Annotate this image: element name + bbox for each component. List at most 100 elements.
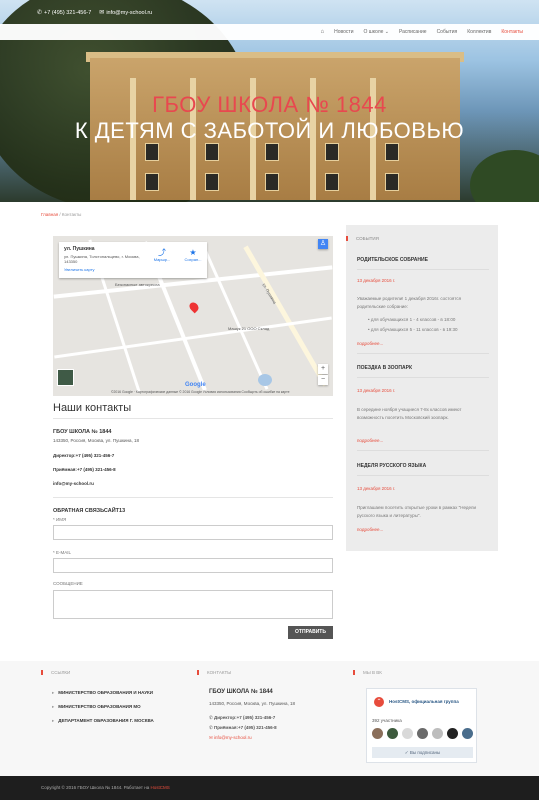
map-pin-icon[interactable] (187, 300, 201, 314)
footer-link[interactable]: МИНИСТЕРСТВО ОБРАЗОВАНИЯ И НАУКИ (52, 690, 153, 696)
event-bullet-text: для обучающихся 5 - 11 классов - в 19:30 (370, 327, 458, 332)
nav-item-about-label: О школе (363, 29, 384, 35)
divider (357, 269, 489, 270)
avatar[interactable] (417, 728, 428, 739)
hero-tree (470, 150, 539, 202)
event-more-link[interactable]: подробнее... (357, 527, 383, 532)
phone-text: +7 (495) 321-456-7 (44, 9, 92, 16)
event-text: Уважаемые родители! 1 декабря 2016г. сос… (357, 296, 462, 309)
divider (357, 377, 489, 378)
event-more-link[interactable]: подробнее... (357, 438, 383, 443)
avatar[interactable] (402, 728, 413, 739)
event-text: Приглашаем посетить открытые уроки в рам… (357, 505, 476, 518)
contact-email[interactable]: info@my-school.ru (53, 481, 94, 486)
nav-item-staff[interactable]: Коллектив (467, 29, 491, 35)
footer-address: 143350, Россия, Москва, ул. Пушкина, 18 (209, 701, 295, 706)
event-more-link[interactable]: подробнее... (357, 341, 383, 346)
event-bullet: • для обучающихся 5 - 11 классов - в 19:… (368, 327, 458, 332)
name-field[interactable] (53, 525, 333, 540)
avatar[interactable] (372, 728, 383, 739)
zoom-in-button[interactable]: + (318, 364, 328, 374)
nav-item-contacts[interactable]: Контакты (501, 29, 523, 35)
topbar-email[interactable]: ✉ info@my-school.ru (99, 9, 152, 16)
building-window (265, 143, 279, 161)
copyright-bar: Copyright © 2016 ГБОУ Школа № 1844. Рабо… (0, 776, 539, 800)
footer-reception: ✆ Приёмная:+7 (495) 321-456-8 (209, 725, 277, 731)
map-label: Безопасные автокресла (115, 282, 160, 287)
building-window (385, 143, 399, 161)
zoom-out-button[interactable]: − (318, 375, 328, 385)
map-save-button[interactable]: ★ Сохран... (180, 248, 206, 262)
vk-subscribed-label: Вы подписаны (409, 750, 441, 755)
map-route-label: Маршр... (153, 257, 171, 262)
email-text: info@my-school.ru (106, 9, 153, 16)
event-bullet: • для обучающихся 1 - 4 классов - в 18:0… (368, 317, 456, 322)
event-title[interactable]: НЕДЕЛЯ РУССКОГО ЯЗЫКА (357, 463, 426, 469)
footer-director-text: Директор:+7 (495) 321-456-7 (214, 715, 276, 720)
divider (357, 475, 489, 476)
hostcms-link[interactable]: HostCMS (150, 785, 169, 790)
org-address: 143350, Россия, Москва, ул. Пушкина, 18 (53, 438, 139, 443)
events-sidebar: СОБЫТИЯ РОДИТЕЛЬСКОЕ СОБРАНИЕ 13 декабря… (346, 225, 498, 551)
footer-reception-text: Приёмная:+7 (495) 321-456-8 (214, 725, 277, 730)
events-heading: СОБЫТИЯ (346, 236, 379, 241)
top-bar: ✆ +7 (495) 321-456-7 ✉ info@my-school.ru (0, 0, 539, 24)
map-place-address: ул. Пушкина, Толстопальцево, г. Москва, … (64, 254, 140, 264)
footer-link[interactable]: ДЕПАРТАМЕНТ ОБРАЗОВАНИЯ Г. МОСКВА (52, 718, 153, 724)
event-date: 13 декабря 2016 г. (357, 388, 396, 393)
event-title[interactable]: РОДИТЕЛЬСКОЕ СОБРАНИЕ (357, 257, 428, 263)
building-window (145, 173, 159, 191)
chevron-down-icon: ⌄ (384, 29, 389, 35)
nav-item-events[interactable]: События (437, 29, 458, 35)
breadcrumb-current: Контакты (61, 212, 82, 217)
map-road (54, 316, 332, 359)
breadcrumb: Главная / Контакты (41, 212, 81, 217)
footer: ССЫЛКИ МИНИСТЕРСТВО ОБРАЗОВАНИЯ И НАУКИ … (0, 661, 539, 776)
org-name: ГБОУ ШКОЛА № 1844 (53, 429, 112, 435)
building-window (325, 173, 339, 191)
breadcrumb-home[interactable]: Главная (41, 212, 58, 217)
vk-members-count: 392 участника (372, 718, 402, 723)
divider (53, 418, 333, 419)
submit-button[interactable]: ОТПРАВИТЬ (288, 626, 333, 639)
vk-subscribed-button[interactable]: ✓ Вы подписаны (372, 747, 473, 758)
event-title[interactable]: ПОЕЗДКА В ЗООПАРК (357, 365, 412, 371)
hostcms-logo-icon: ⌃ (374, 697, 384, 707)
copyright-text: Copyright © 2016 ГБОУ Школа № 1844. Рабо… (41, 785, 151, 790)
avatar[interactable] (462, 728, 473, 739)
nav-item-about[interactable]: О школе ⌄ (363, 29, 389, 35)
vk-group-name[interactable]: HostCMS, официальная группа (389, 699, 459, 704)
avatar[interactable] (447, 728, 458, 739)
email-label: * E-MAIL (53, 550, 72, 555)
map-route-button[interactable]: ⤴ Маршр... (149, 248, 175, 262)
message-field[interactable] (53, 590, 333, 619)
divider (357, 353, 489, 354)
person-icon[interactable]: ♙ (318, 239, 328, 249)
satellite-toggle[interactable] (57, 369, 74, 386)
footer-links-heading: ССЫЛКИ (41, 670, 70, 675)
footer-contacts-heading: КОНТАКТЫ (197, 670, 231, 675)
hero-subtitle: К ДЕТЯМ С ЗАБОТОЙ И ЛЮБОВЬЮ (74, 118, 465, 143)
message-label: СООБЩЕНИЕ (53, 581, 83, 586)
event-bullet-text: для обучающихся 1 - 4 классов - в 18:00 (370, 317, 456, 322)
director-phone: Директор:+7 (495) 321-456-7 (53, 453, 114, 458)
map-label: Машук 21 ООО Склад (228, 326, 270, 331)
email-field[interactable] (53, 558, 333, 573)
nav-item-schedule[interactable]: Расписание (399, 29, 427, 35)
director-label: Директор: (53, 453, 76, 458)
reception-phone: Приёмная:+7 (495) 321-456-8 (53, 467, 116, 472)
map-save-label: Сохран... (184, 257, 202, 262)
home-icon[interactable]: ⌂ (321, 29, 325, 35)
avatar[interactable] (387, 728, 398, 739)
map-enlarge-link[interactable]: Увеличить карту (64, 267, 202, 272)
google-map[interactable]: ул. Пушкина ул. Пушкина, Толстопальцево,… (53, 236, 333, 396)
mail-icon: ✉ (99, 9, 105, 16)
footer-link[interactable]: МИНИСТЕРСТВО ОБРАЗОВАНИЯ МО (52, 704, 140, 710)
divider (357, 450, 489, 451)
avatar[interactable] (432, 728, 443, 739)
topbar-phone[interactable]: ✆ +7 (495) 321-456-7 (37, 9, 91, 16)
footer-email[interactable]: ✉ info@my-school.ru (209, 735, 252, 741)
footer-vk-heading: МЫ В ВК (353, 670, 382, 675)
star-icon: ★ (189, 248, 197, 257)
nav-item-news[interactable]: Новости (334, 29, 353, 35)
